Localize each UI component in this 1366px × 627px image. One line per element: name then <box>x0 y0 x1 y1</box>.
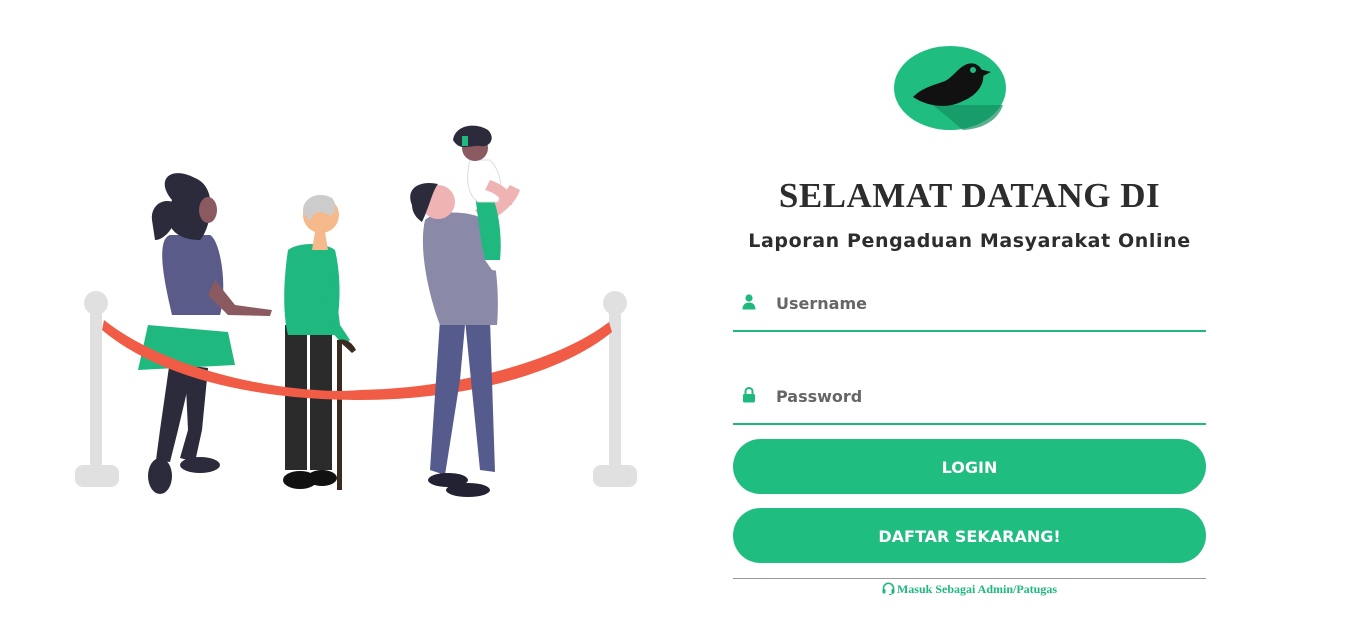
woman-figure <box>138 173 272 494</box>
divider <box>733 578 1206 579</box>
lock-icon <box>743 387 755 403</box>
login-panel: SELAMAT DATANG DI Laporan Pengaduan Masy… <box>733 0 1206 627</box>
old-man-figure <box>283 194 356 490</box>
man-with-child-figure <box>410 125 520 497</box>
password-field <box>733 383 1206 425</box>
username-field <box>733 290 1206 332</box>
password-input[interactable] <box>776 383 1196 409</box>
username-input[interactable] <box>776 290 1196 316</box>
admin-login-label: Masuk Sebagai Admin/Patugas <box>896 582 1058 596</box>
bird-logo-icon <box>894 46 1006 130</box>
left-stanchion <box>75 291 119 487</box>
welcome-title: SELAMAT DATANG DI <box>778 176 1161 215</box>
welcome-subtitle: Laporan Pengaduan Masyarakat Online <box>748 230 1191 252</box>
right-stanchion <box>593 291 637 487</box>
user-icon <box>742 294 756 310</box>
admin-login-link[interactable]: Masuk Sebagai Admin/Patugas <box>733 582 1206 597</box>
login-button[interactable]: LOGIN <box>733 439 1206 494</box>
headset-icon <box>882 582 895 595</box>
people-queue-illustration <box>75 125 637 497</box>
login-page: SELAMAT DATANG DI Laporan Pengaduan Masy… <box>0 0 1366 627</box>
register-button[interactable]: DAFTAR SEKARANG! <box>733 508 1206 563</box>
